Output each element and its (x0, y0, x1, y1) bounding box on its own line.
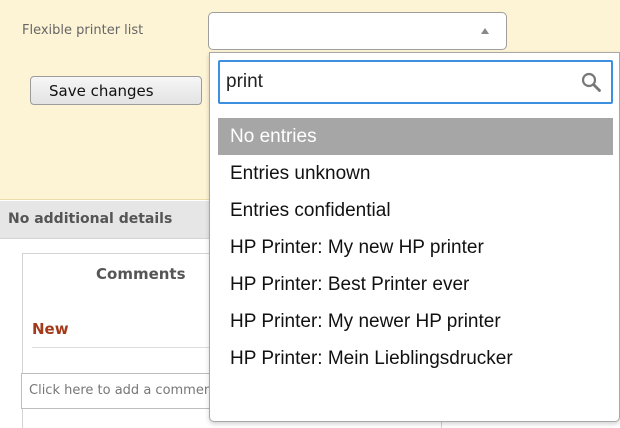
option-hp-my-newer-printer[interactable]: HP Printer: My newer HP printer (218, 303, 613, 340)
printer-list-label: Flexible printer list (22, 23, 144, 38)
save-changes-button[interactable]: Save changes (30, 76, 202, 105)
comments-title: Comments (96, 265, 186, 283)
option-no-entries[interactable]: No entries (218, 118, 613, 155)
printer-dropdown: No entries Entries unknown Entries confi… (209, 52, 620, 422)
search-box[interactable] (218, 60, 613, 104)
option-entries-confidential[interactable]: Entries confidential (218, 192, 613, 229)
printer-list-select[interactable] (208, 12, 507, 50)
search-icon[interactable] (580, 71, 602, 93)
chevron-up-icon (481, 28, 489, 34)
option-list: No entries Entries unknown Entries confi… (218, 118, 613, 377)
new-comment-label: New (32, 320, 69, 338)
section-title: No additional details (8, 211, 173, 227)
option-hp-lieblingsdrucker[interactable]: HP Printer: Mein Lieblingsdrucker (218, 340, 613, 377)
option-hp-best-printer[interactable]: HP Printer: Best Printer ever (218, 266, 613, 303)
option-hp-my-new-printer[interactable]: HP Printer: My new HP printer (218, 229, 613, 266)
option-entries-unknown[interactable]: Entries unknown (218, 155, 613, 192)
search-input[interactable] (226, 68, 566, 96)
